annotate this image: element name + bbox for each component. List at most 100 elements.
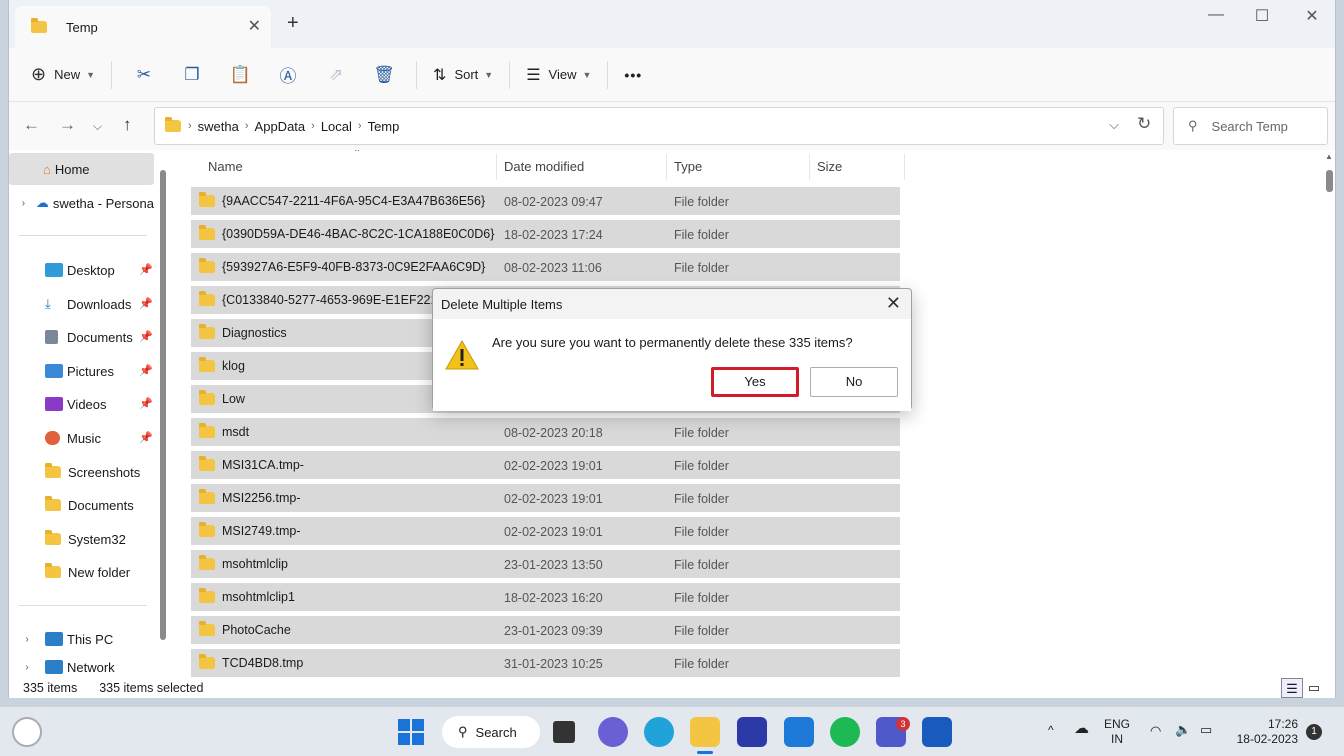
tab-close-icon[interactable]: ✕ <box>248 16 261 36</box>
sidebar-item-music[interactable]: Music <box>9 422 154 454</box>
file-row[interactable]: {593927A6-E5F9-40FB-8373-0C9E2FAA6C9D} 08… <box>191 253 900 282</box>
taskbar-search[interactable]: ⚲ Search <box>442 716 540 748</box>
sidebar-item-screenshots[interactable]: Screenshots <box>9 456 154 488</box>
dialog-close-icon[interactable]: ✕ <box>886 293 901 314</box>
wifi-icon[interactable]: ◠ <box>1150 723 1161 738</box>
column-header-date[interactable]: Date modified <box>504 150 584 182</box>
task-view-icon[interactable] <box>553 721 575 743</box>
no-button[interactable]: No <box>810 367 898 397</box>
sidebar-item-system32[interactable]: System32 <box>9 523 154 555</box>
breadcrumb-temp[interactable]: Temp <box>368 119 400 134</box>
address-dropdown-icon[interactable]: ⌵ <box>1109 117 1119 133</box>
file-row[interactable]: MSI2749.tmp- 02-02-2023 19:01 File folder <box>191 517 900 546</box>
clock[interactable]: 17:26 18-02-2023 <box>1232 717 1298 747</box>
scroll-up-icon[interactable]: ▲ <box>1325 152 1333 161</box>
notification-count-badge[interactable]: 1 <box>1306 724 1322 740</box>
sidebar-item-home[interactable]: ⌂ Home <box>9 153 154 185</box>
minimize-button[interactable]: — <box>1201 6 1231 24</box>
vertical-scrollbar[interactable]: ▲ <box>1322 150 1336 678</box>
start-windows-icon[interactable] <box>396 717 426 747</box>
sort-button[interactable]: ⇅ Sort ▼ <box>425 57 501 93</box>
sidebar-item-downloads[interactable]: ⤓ Downloads <box>9 288 154 320</box>
new-button[interactable]: ⊕ New ▼ <box>23 57 103 93</box>
teams-notification-badge: 3 <box>896 717 910 731</box>
sidebar-item-documents[interactable]: Documents <box>9 321 154 353</box>
file-row[interactable]: TCD4BD8.tmp 31-01-2023 10:25 File folder <box>191 649 900 678</box>
column-divider[interactable] <box>904 154 905 180</box>
column-divider[interactable] <box>496 154 497 180</box>
delete-icon[interactable]: 🗑 <box>367 65 401 85</box>
pin-icon[interactable]: 📌 <box>139 330 153 343</box>
address-bar[interactable]: › swetha › AppData › Local › Temp ⌵ <box>154 107 1164 145</box>
expand-chevron-icon[interactable]: › <box>19 662 35 673</box>
view-button[interactable]: ☰ View ▼ <box>518 57 599 93</box>
new-tab-button[interactable]: + <box>287 12 299 35</box>
scrollbar-thumb[interactable] <box>1326 170 1333 192</box>
pin-icon[interactable]: 📌 <box>139 263 153 276</box>
expand-chevron-icon[interactable]: › <box>19 634 35 645</box>
search-box[interactable]: ⚲ Search Temp <box>1173 107 1328 145</box>
details-view-icon[interactable]: ☰ <box>1281 678 1303 698</box>
mail-icon[interactable] <box>784 717 814 747</box>
column-header-name[interactable]: Name <box>208 150 243 182</box>
breadcrumb-local[interactable]: Local <box>321 119 352 134</box>
up-arrow-icon[interactable]: ↑ <box>123 115 132 135</box>
sidebar-item-desktop[interactable]: Desktop <box>9 254 154 286</box>
cut-icon[interactable]: ✂ <box>127 65 161 85</box>
maximize-button[interactable]: ☐ <box>1247 6 1277 26</box>
file-explorer-taskbar-icon[interactable] <box>690 717 720 747</box>
file-row[interactable]: msdt 08-02-2023 20:18 File folder <box>191 418 900 447</box>
pin-icon[interactable]: 📌 <box>139 364 153 377</box>
language-indicator[interactable]: ENG IN <box>1104 717 1130 747</box>
column-divider[interactable] <box>809 154 810 180</box>
sidebar-scrollbar[interactable] <box>160 170 166 640</box>
onedrive-tray-icon[interactable]: ☁ <box>1074 721 1089 736</box>
show-hidden-icons-chevron[interactable]: ^ <box>1048 723 1054 738</box>
spotify-icon[interactable] <box>830 717 860 747</box>
sidebar-item-this-pc[interactable]: › This PC <box>9 623 154 655</box>
forward-arrow-icon[interactable]: → <box>59 115 76 135</box>
breadcrumb-appdata[interactable]: AppData <box>255 119 306 134</box>
photo-editor-icon[interactable] <box>737 717 767 747</box>
column-header-type[interactable]: Type <box>674 150 702 182</box>
file-row[interactable]: MSI2256.tmp- 02-02-2023 19:01 File folder <box>191 484 900 513</box>
file-row[interactable]: MSI31CA.tmp- 02-02-2023 19:01 File folder <box>191 451 900 480</box>
yes-button[interactable]: Yes <box>711 367 799 397</box>
column-header-size[interactable]: Size <box>817 150 842 182</box>
chat-icon[interactable] <box>598 717 628 747</box>
share-icon[interactable]: ⇗ <box>319 65 353 85</box>
file-row[interactable]: {0390D59A-DE46-4BAC-8C2C-1CA188E0C0D6} 18… <box>191 220 900 249</box>
sidebar-item-pictures[interactable]: Pictures <box>9 355 154 387</box>
paste-icon[interactable]: 📋 <box>223 65 257 85</box>
rename-icon[interactable]: Ⓐ <box>271 62 305 87</box>
tab-temp[interactable]: Temp ✕ <box>15 6 271 48</box>
expand-chevron-icon[interactable]: › <box>19 198 28 209</box>
file-row[interactable]: msohtmlclip 23-01-2023 13:50 File folder <box>191 550 900 579</box>
close-button[interactable]: ✕ <box>1297 6 1327 26</box>
file-row[interactable]: PhotoCache 23-01-2023 09:39 File folder <box>191 616 900 645</box>
word-icon[interactable] <box>922 717 952 747</box>
pin-icon[interactable]: 📌 <box>139 431 153 444</box>
edge-browser-icon[interactable] <box>644 717 674 747</box>
back-arrow-icon[interactable]: ← <box>23 115 40 135</box>
file-row[interactable]: {9AACC547-2211-4F6A-95C4-E3A47B636E56} 08… <box>191 187 900 216</box>
sidebar-item-onedrive[interactable]: › ☁ swetha - Persona <box>9 187 154 219</box>
volume-icon[interactable]: 🔈 <box>1175 722 1191 737</box>
folder-icon <box>45 563 61 578</box>
file-row[interactable]: msohtmlclip1 18-02-2023 16:20 File folder <box>191 583 900 612</box>
copy-icon[interactable]: ❐ <box>175 65 209 85</box>
tiles-view-icon[interactable]: ▭ <box>1303 678 1325 698</box>
sidebar-item-videos[interactable]: Videos <box>9 388 154 420</box>
sidebar-item-network[interactable]: › Network <box>9 656 154 678</box>
column-divider[interactable] <box>666 154 667 180</box>
refresh-icon[interactable]: ↻ <box>1137 114 1151 134</box>
widgets-icon[interactable] <box>12 717 42 747</box>
more-options-button[interactable]: ••• <box>616 57 650 93</box>
pin-icon[interactable]: 📌 <box>139 297 153 310</box>
recent-locations-chevron-icon[interactable]: ⌵ <box>93 119 102 134</box>
sidebar-item-new-folder[interactable]: New folder <box>9 556 154 588</box>
battery-icon[interactable]: ▭ <box>1200 722 1212 737</box>
sidebar-item-documents-folder[interactable]: Documents <box>9 489 154 521</box>
breadcrumb-swetha[interactable]: swetha <box>198 119 239 134</box>
pin-icon[interactable]: 📌 <box>139 397 153 410</box>
